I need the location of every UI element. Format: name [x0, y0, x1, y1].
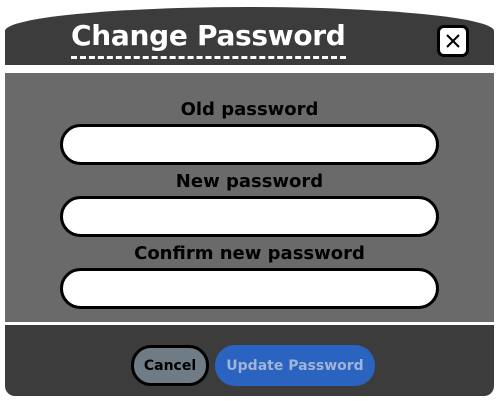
close-button[interactable] [437, 25, 469, 57]
update-password-button[interactable]: Update Password [215, 345, 375, 386]
old-password-input[interactable] [60, 124, 439, 165]
dialog-header: Change Password [5, 7, 494, 65]
close-icon [446, 34, 460, 48]
confirm-password-label: Confirm new password [134, 243, 365, 264]
confirm-password-input[interactable] [60, 268, 439, 309]
new-password-input[interactable] [60, 196, 439, 237]
dialog-title: Change Password [71, 19, 346, 59]
cancel-button[interactable]: Cancel [131, 345, 209, 386]
dialog-body: Old password New password Confirm new pa… [5, 73, 494, 322]
new-password-label: New password [175, 171, 324, 192]
dialog-footer: Cancel Update Password [5, 325, 494, 396]
old-password-label: Old password [180, 99, 319, 120]
change-password-dialog: Change Password Old password New passwor… [5, 7, 494, 396]
